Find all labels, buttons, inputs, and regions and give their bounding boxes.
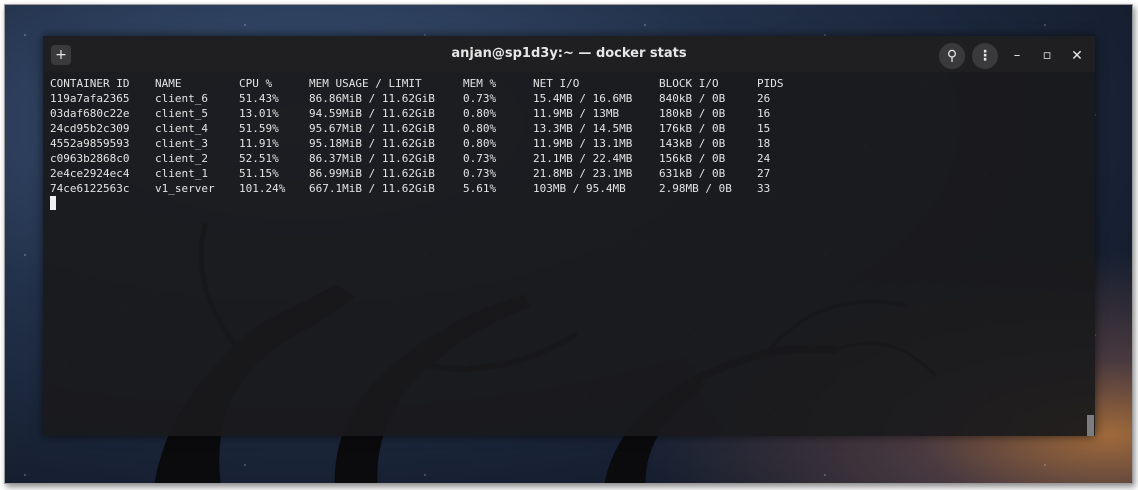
- container-id: 2e4ce2924ec4: [50, 167, 130, 180]
- pids: 24: [757, 152, 771, 165]
- container-id: c0963b2868c0: [50, 152, 130, 165]
- mem-percent: 0.80%: [463, 107, 497, 120]
- header-block-io: BLOCK I/O: [659, 77, 719, 90]
- cpu-percent: 51.59%: [239, 122, 279, 135]
- net-io: 103MB / 95.4MB: [533, 182, 626, 195]
- terminal-output[interactable]: CONTAINER ID NAME CPU % MEM USAGE / LIMI…: [50, 76, 1080, 196]
- header-cpu: CPU %: [239, 77, 273, 90]
- mem-usage: 86.86MiB / 11.62GiB: [309, 92, 435, 105]
- desktop-background: + anjan@sp1d3y:~ — docker stats ⚲ ⋮ – ▫ …: [4, 4, 1133, 484]
- mem-percent: 0.73%: [463, 92, 497, 105]
- block-io: 2.98MB / 0B: [659, 182, 732, 195]
- mem-percent: 0.73%: [463, 152, 497, 165]
- cpu-percent: 101.24%: [239, 182, 286, 195]
- close-icon[interactable]: ✕: [1065, 44, 1089, 68]
- terminal-window: + anjan@sp1d3y:~ — docker stats ⚲ ⋮ – ▫ …: [43, 36, 1095, 436]
- mem-usage: 667.1MiB / 11.62GiB: [309, 182, 435, 195]
- container-name: client_6: [155, 92, 208, 105]
- maximize-icon[interactable]: ▫: [1035, 44, 1059, 68]
- search-icon[interactable]: ⚲: [939, 43, 965, 69]
- mem-usage: 86.99MiB / 11.62GiB: [309, 167, 435, 180]
- net-io: 15.4MB / 16.6MB: [533, 92, 633, 105]
- cpu-percent: 51.15%: [239, 167, 279, 180]
- container-id: 4552a9859593: [50, 137, 130, 150]
- block-io: 176kB / 0B: [659, 122, 726, 135]
- header-pids: PIDS: [757, 77, 784, 90]
- block-io: 156kB / 0B: [659, 152, 726, 165]
- header-net-io: NET I/O: [533, 77, 580, 90]
- stats-row: c0963b2868c0 client_2 52.51% 86.37MiB / …: [50, 151, 1080, 166]
- header-mem-percent: MEM %: [463, 77, 497, 90]
- block-io: 631kB / 0B: [659, 167, 726, 180]
- mem-percent: 0.80%: [463, 137, 497, 150]
- stats-row: 03daf680c22e client_5 13.01% 94.59MiB / …: [50, 106, 1080, 121]
- container-id: 74ce6122563c: [50, 182, 130, 195]
- scrollbar-thumb[interactable]: [1087, 415, 1094, 436]
- cpu-percent: 11.91%: [239, 137, 279, 150]
- mem-percent: 5.61%: [463, 182, 497, 195]
- container-name: client_4: [155, 122, 208, 135]
- mem-usage: 94.59MiB / 11.62GiB: [309, 107, 435, 120]
- terminal-cursor: [50, 196, 56, 210]
- mem-percent: 0.73%: [463, 167, 497, 180]
- pids: 27: [757, 167, 771, 180]
- pids: 15: [757, 122, 771, 135]
- container-name: client_3: [155, 137, 208, 150]
- pids: 16: [757, 107, 771, 120]
- block-io: 840kB / 0B: [659, 92, 726, 105]
- cpu-percent: 13.01%: [239, 107, 279, 120]
- stats-row: 2e4ce2924ec4 client_1 51.15% 86.99MiB / …: [50, 166, 1080, 181]
- mem-usage: 95.67MiB / 11.62GiB: [309, 122, 435, 135]
- header-name: NAME: [155, 77, 182, 90]
- cpu-percent: 52.51%: [239, 152, 279, 165]
- pids: 18: [757, 137, 771, 150]
- container-id: 24cd95b2c309: [50, 122, 130, 135]
- pids: 33: [757, 182, 771, 195]
- stats-row: 4552a9859593 client_3 11.91% 95.18MiB / …: [50, 136, 1080, 151]
- cpu-percent: 51.43%: [239, 92, 279, 105]
- mem-usage: 95.18MiB / 11.62GiB: [309, 137, 435, 150]
- header-mem-usage: MEM USAGE / LIMIT: [309, 77, 422, 90]
- mem-usage: 86.37MiB / 11.62GiB: [309, 152, 435, 165]
- net-io: 21.1MB / 22.4MB: [533, 152, 633, 165]
- net-io: 21.8MB / 23.1MB: [533, 167, 633, 180]
- minimize-icon[interactable]: –: [1005, 44, 1029, 68]
- window-title: anjan@sp1d3y:~ — docker stats: [451, 46, 687, 61]
- container-name: v1_server: [155, 182, 215, 195]
- net-io: 11.9MB / 13.1MB: [533, 137, 633, 150]
- menu-icon[interactable]: ⋮: [972, 43, 998, 69]
- pids: 26: [757, 92, 771, 105]
- container-id: 03daf680c22e: [50, 107, 130, 120]
- stats-header-row: CONTAINER ID NAME CPU % MEM USAGE / LIMI…: [50, 76, 1080, 91]
- stats-row: 74ce6122563c v1_server 101.24% 667.1MiB …: [50, 181, 1080, 196]
- container-name: client_5: [155, 107, 208, 120]
- title-bar: + anjan@sp1d3y:~ — docker stats ⚲ ⋮ – ▫ …: [43, 36, 1095, 72]
- container-name: client_2: [155, 152, 208, 165]
- net-io: 11.9MB / 13MB: [533, 107, 620, 120]
- net-io: 13.3MB / 14.5MB: [533, 122, 633, 135]
- header-container-id: CONTAINER ID: [50, 77, 130, 90]
- container-name: client_1: [155, 167, 208, 180]
- block-io: 143kB / 0B: [659, 137, 726, 150]
- stats-row: 119a7afa2365 client_6 51.43% 86.86MiB / …: [50, 91, 1080, 106]
- stats-row: 24cd95b2c309 client_4 51.59% 95.67MiB / …: [50, 121, 1080, 136]
- mem-percent: 0.80%: [463, 122, 497, 135]
- container-id: 119a7afa2365: [50, 92, 130, 105]
- block-io: 180kB / 0B: [659, 107, 726, 120]
